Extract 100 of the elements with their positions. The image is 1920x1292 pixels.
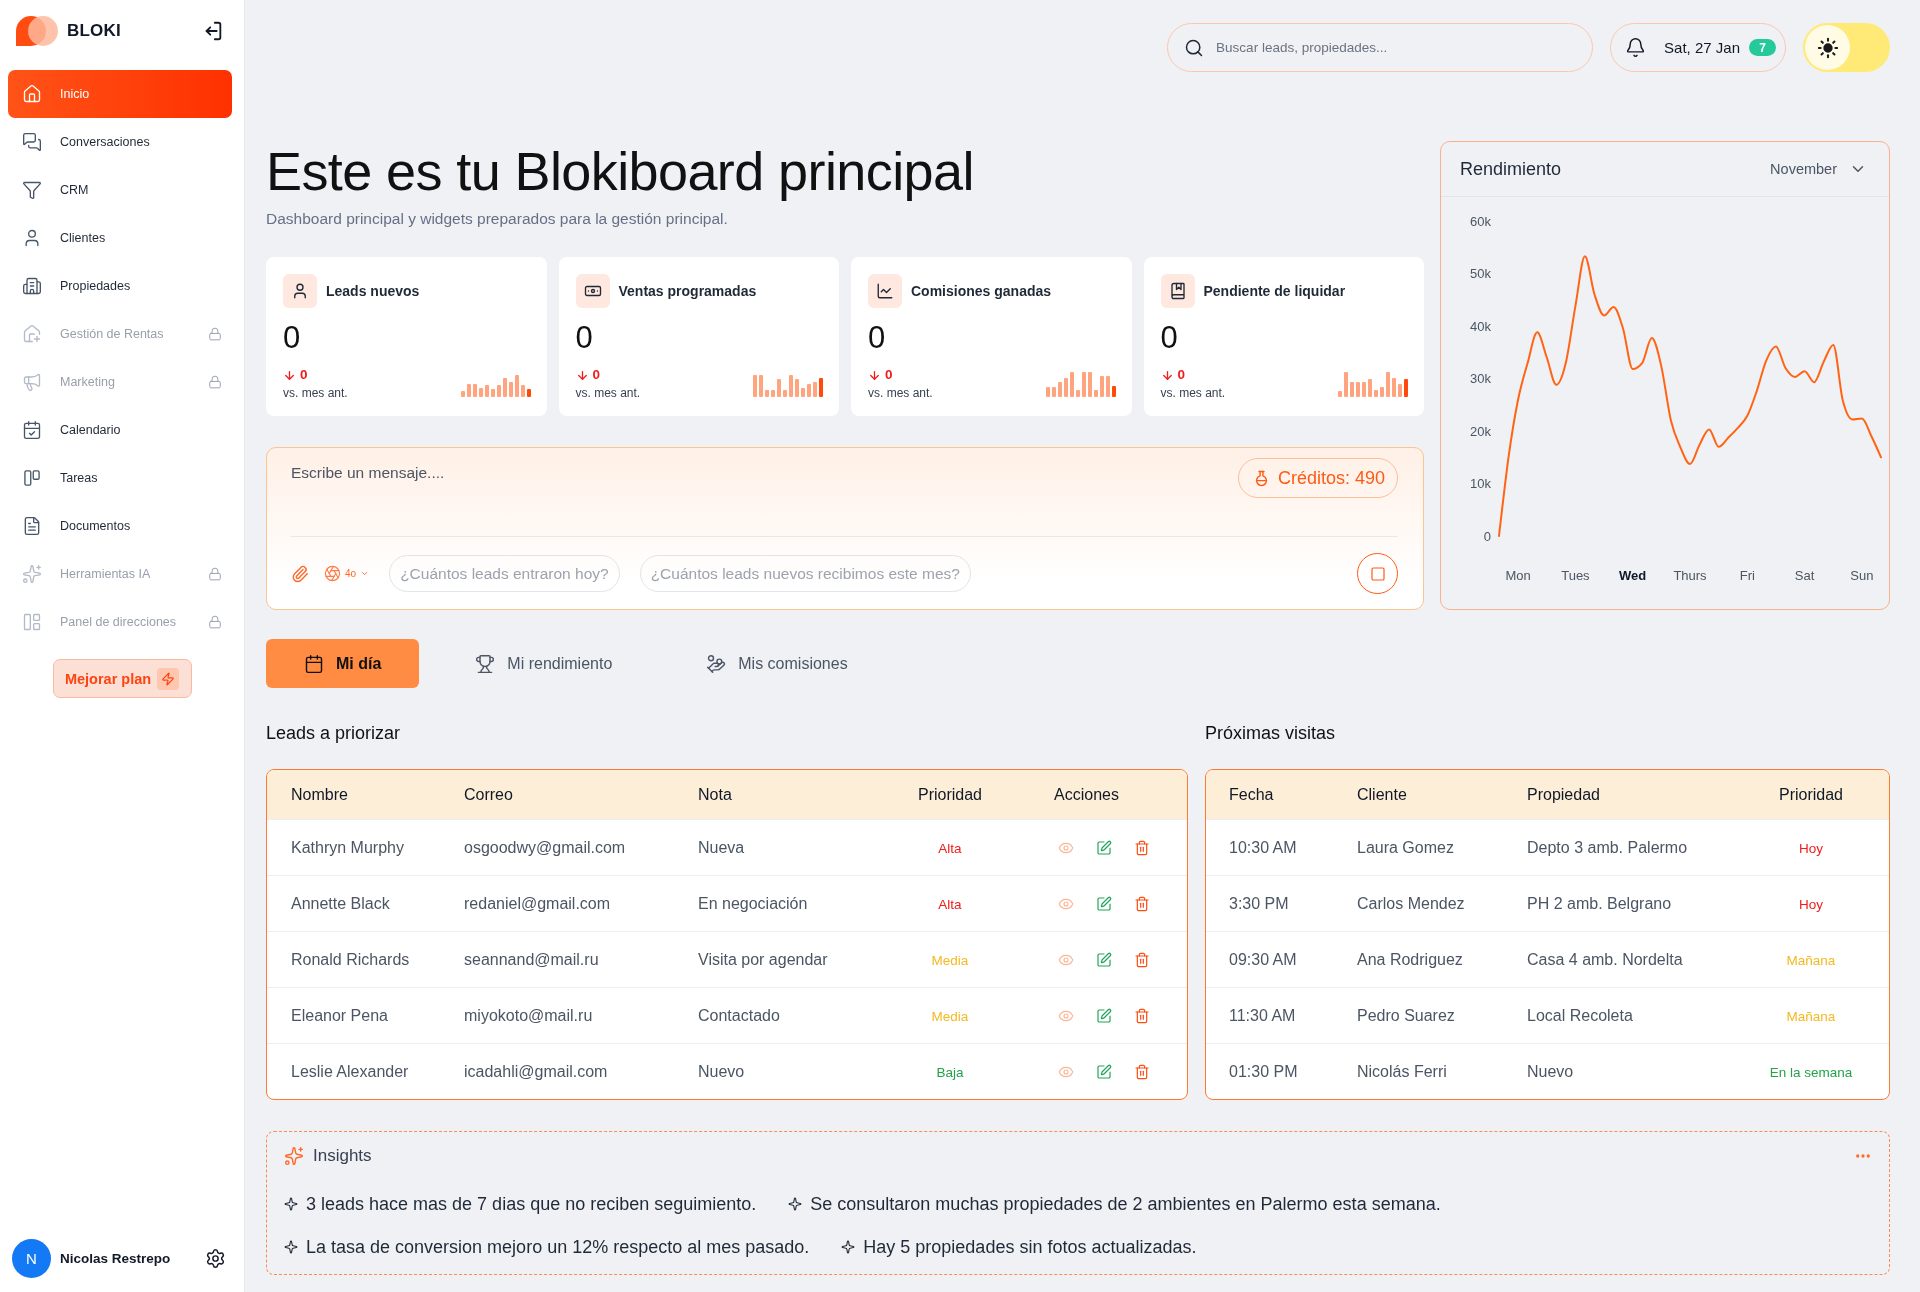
lock-icon (208, 375, 222, 389)
insight-text: La tasa de conversion mejoro un 12% respecto al mes pasado. (306, 1236, 810, 1258)
stat-title: Pendiente de liquidar (1203, 283, 1346, 299)
column-header: Acciones (1053, 785, 1120, 804)
house-plus-icon (22, 324, 42, 344)
priority-label: Baja (936, 1064, 964, 1080)
priority-label: Mañana (1786, 1008, 1836, 1024)
stat-delta: 0 (1177, 367, 1185, 383)
bell-icon[interactable] (1625, 37, 1647, 58)
table-cell-text: miyokoto@mail.ru (463, 1006, 594, 1025)
insight-text: Se consultaron muchas propiedades de 2 ambientes en Palermo esta semana. (810, 1193, 1441, 1215)
stat-delta: 0 (592, 367, 600, 383)
column-header: Correo (463, 785, 514, 804)
nav-item[interactable]: Clientes (8, 214, 232, 262)
trash-icon[interactable] (1134, 839, 1150, 856)
stat-title: Comisiones ganadas (911, 283, 1052, 299)
column-header: Cliente (1356, 785, 1408, 804)
table-cell-text: osgoodwy@gmail.com (463, 838, 627, 857)
lock-icon (208, 567, 222, 581)
stat-delta: 0 (300, 367, 308, 383)
sun-icon (1805, 25, 1850, 70)
nav-item[interactable]: Tareas (8, 454, 232, 502)
tab[interactable]: Mis comisiones (668, 639, 886, 688)
table-cell-text: redaniel@gmail.com (463, 894, 612, 913)
banknote-icon (575, 274, 610, 308)
table-cell-text: Pedro Suarez (1356, 1006, 1456, 1025)
lock-icon (208, 327, 222, 341)
priority-label: En la semana (1769, 1064, 1853, 1080)
bar-sparkline (1045, 371, 1116, 397)
insights-title: Insights (313, 1145, 372, 1166)
stat-comparison: vs. mes ant. (283, 385, 348, 401)
stat-comparison: vs. mes ant. (1160, 385, 1226, 401)
table-cell-text: 10:30 AM (1228, 838, 1298, 857)
axis-label: Mon (1505, 568, 1531, 583)
priority-label: Alta (938, 840, 962, 856)
axis-label: 30k (1470, 371, 1491, 386)
trash-icon[interactable] (1134, 1063, 1150, 1080)
edit-icon[interactable] (1096, 895, 1112, 912)
caret-icon (360, 569, 370, 578)
stat-title: Leads nuevos (326, 283, 420, 299)
trash-icon[interactable] (1134, 1007, 1150, 1024)
theme-toggle[interactable] (1803, 23, 1890, 72)
table-cell-text: Laura Gomez (1356, 838, 1455, 857)
priority-label: Media (931, 952, 969, 968)
stat-comparison: vs. mes ant. (575, 385, 641, 401)
nav-item[interactable]: CRM (8, 166, 232, 214)
axis-label: 60k (1470, 213, 1491, 229)
table-cell-text: Nicolás Ferri (1356, 1062, 1448, 1081)
search-input[interactable]: Buscar leads, propiedades... (1214, 39, 1577, 56)
message-input[interactable]: Escribe un mensaje.... (291, 458, 1222, 518)
tab[interactable]: Mi día (266, 639, 420, 688)
nav-item[interactable]: Calendario (8, 406, 232, 454)
sparkle-icon (841, 1240, 856, 1254)
table-cell-text: Ana Rodriguez (1356, 950, 1464, 969)
nav-item[interactable]: Conversaciones (8, 118, 232, 166)
edit-icon[interactable] (1096, 1063, 1112, 1080)
section-title: Leads a priorizar (266, 722, 401, 745)
brand-name: BLOKI (67, 21, 121, 41)
bar-sparkline (1338, 371, 1408, 397)
nav-item[interactable]: Propiedades (8, 262, 232, 310)
axis-label: 20k (1470, 423, 1491, 439)
document-icon (22, 516, 42, 536)
column-header: Fecha (1228, 785, 1275, 804)
trash-icon[interactable] (1134, 951, 1150, 968)
priority-label: Hoy (1799, 840, 1823, 856)
axis-label: Fri (1739, 568, 1755, 583)
layout-icon (22, 612, 42, 632)
sparkles-icon (22, 564, 42, 584)
table-cell-text: Leslie Alexander (290, 1062, 410, 1081)
tab[interactable]: Mi rendimiento (437, 639, 651, 688)
stat-title: Ventas programadas (618, 283, 757, 299)
table-cell-text: 01:30 PM (1228, 1062, 1299, 1081)
trash-icon[interactable] (1134, 895, 1150, 912)
columns-icon (22, 468, 42, 488)
edit-icon[interactable] (1096, 951, 1112, 968)
paperclip-icon[interactable] (291, 564, 309, 583)
stop-button[interactable] (1357, 553, 1398, 594)
month-dropdown[interactable]: November (1770, 160, 1867, 178)
funnel-icon (22, 180, 42, 200)
column-header: Nota (697, 785, 733, 804)
table-cell-text: seannand@mail.ru (463, 950, 600, 969)
chat-bubbles-icon (22, 132, 42, 152)
axis-label: Thurs (1673, 568, 1707, 583)
table-cell-text: Contactado (697, 1006, 781, 1025)
user-name: Nicolas Restrepo (60, 1251, 171, 1266)
settings-icon[interactable] (205, 1248, 226, 1269)
table-cell-text: 3:30 PM (1228, 894, 1290, 913)
notification-count: 7 (1749, 39, 1776, 56)
table-cell-text: Nuevo (697, 1062, 746, 1081)
panel-title: Rendimiento (1460, 158, 1562, 180)
column-header: Prioridad (917, 785, 983, 804)
table-cell-text: Nueva (697, 838, 746, 857)
edit-icon[interactable] (1096, 839, 1112, 856)
insight-text: Hay 5 propiedades sin fotos actualizadas. (863, 1236, 1197, 1258)
table-cell-text: Annette Black (290, 894, 391, 913)
axis-label: Sat (1794, 568, 1815, 583)
nav-item[interactable]: Documentos (8, 502, 232, 550)
search-icon (1184, 37, 1205, 58)
edit-icon[interactable] (1096, 1007, 1112, 1024)
user-avatar: N (12, 1239, 51, 1278)
